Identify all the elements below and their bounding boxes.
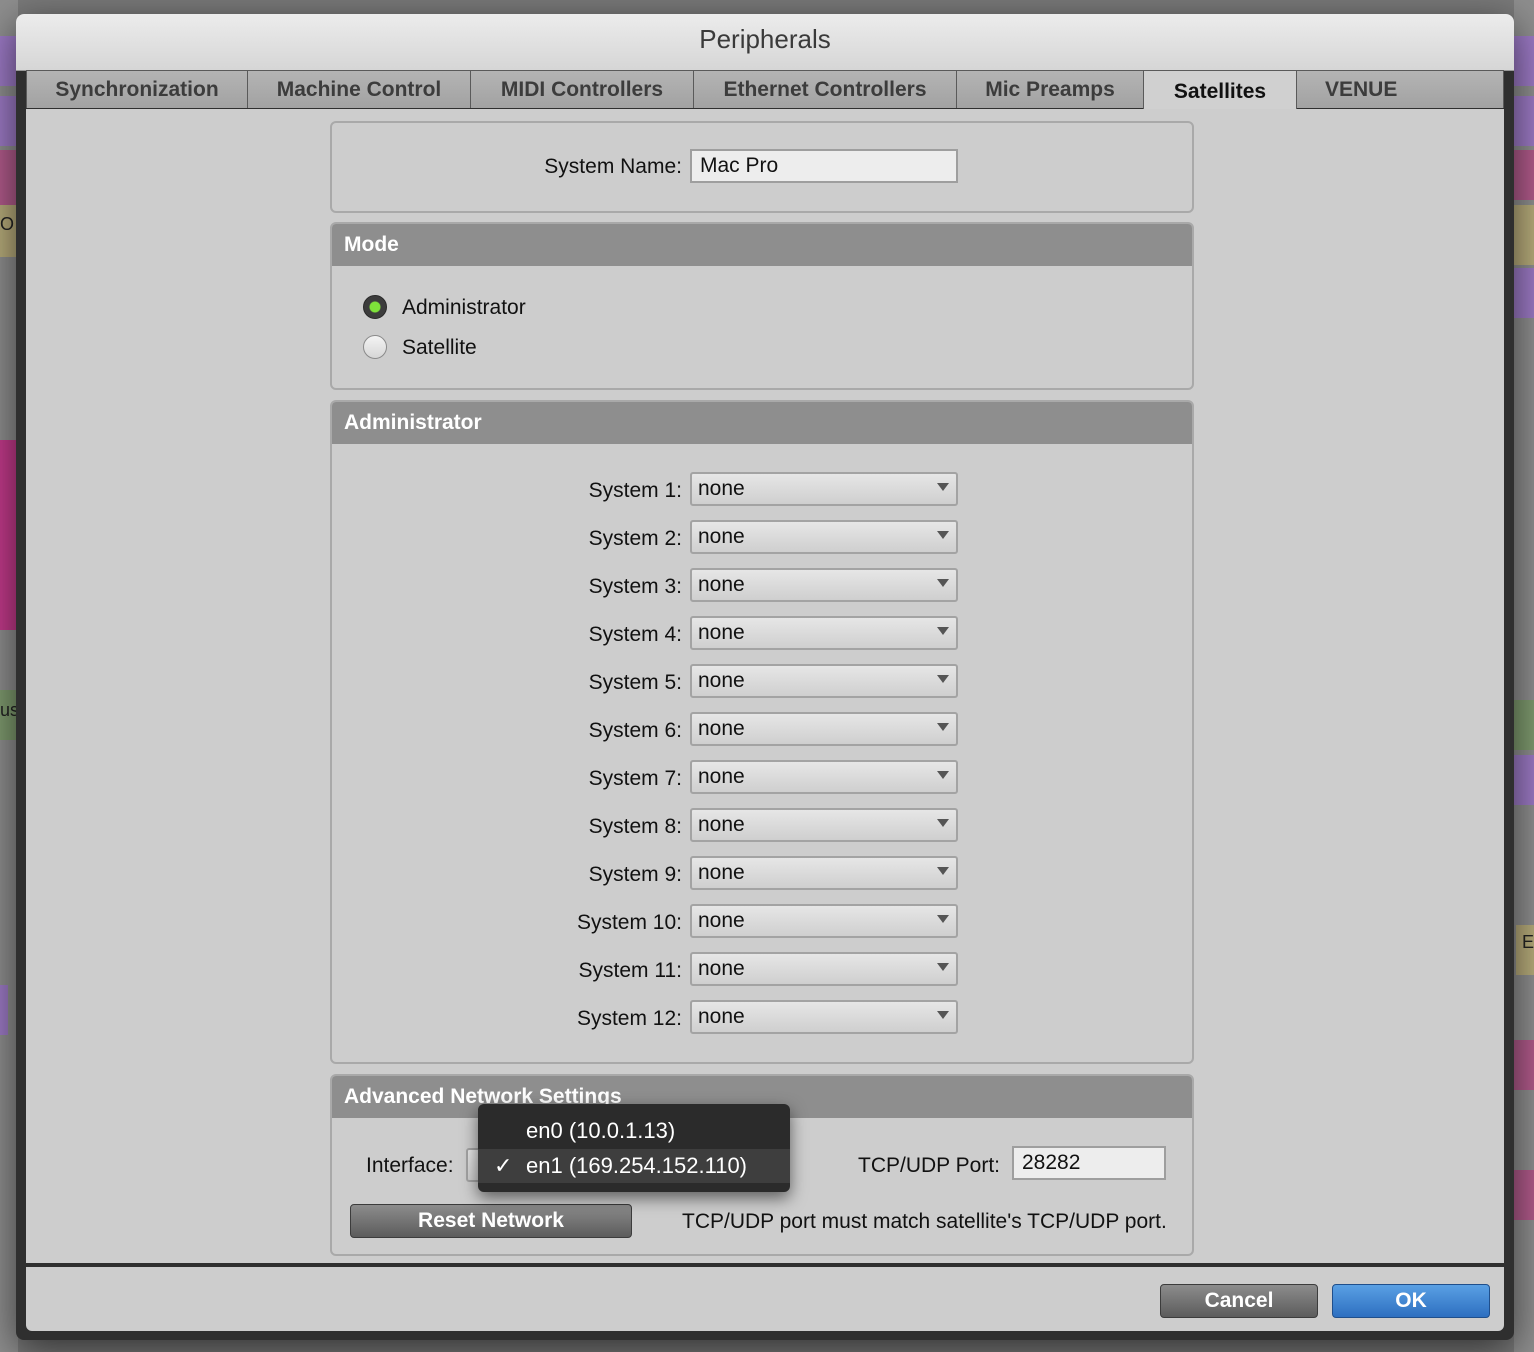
tab-mic-preamps[interactable]: Mic Preamps: [956, 70, 1144, 108]
satellite-radio[interactable]: [363, 335, 387, 359]
tab-satellites[interactable]: Satellites: [1143, 70, 1297, 112]
chevron-down-icon: [937, 675, 949, 683]
select-value: none: [698, 1005, 745, 1028]
cancel-button[interactable]: Cancel: [1160, 1284, 1318, 1318]
chevron-down-icon: [937, 483, 949, 491]
system-name-input[interactable]: Mac Pro: [690, 149, 958, 183]
system-12-label: System 12:: [576, 1007, 682, 1030]
chevron-down-icon: [937, 531, 949, 539]
chevron-down-icon: [937, 915, 949, 923]
select-value: none: [698, 813, 745, 836]
administrator-radio[interactable]: [363, 295, 387, 319]
tab-synchronization[interactable]: Synchronization: [26, 70, 248, 108]
system-5-select[interactable]: none: [690, 664, 958, 698]
mode-header: Mode: [332, 224, 1192, 266]
system-8-label: System 8:: [588, 815, 682, 838]
select-value: none: [698, 717, 745, 740]
system-10-label: System 10:: [576, 911, 682, 934]
chevron-down-icon: [937, 627, 949, 635]
system-11-label: System 11:: [578, 959, 682, 982]
system-6-label: System 6:: [588, 719, 682, 742]
system-2-label: System 2:: [588, 527, 682, 550]
background-fragment-text: E: [1522, 932, 1534, 952]
interface-dropdown-menu: en0 (10.0.1.13) ✓ en1 (169.254.152.110): [478, 1104, 790, 1192]
select-value: none: [698, 957, 745, 980]
tab-label: Synchronization: [55, 77, 219, 101]
select-value: none: [698, 861, 745, 884]
chevron-down-icon: [937, 579, 949, 587]
system-12-select[interactable]: none: [690, 1000, 958, 1034]
system-4-select[interactable]: none: [690, 616, 958, 650]
tab-label: MIDI Controllers: [500, 77, 664, 101]
dialog-footer: Cancel OK: [26, 1267, 1504, 1331]
background-app-right: E: [1514, 0, 1534, 1352]
chevron-down-icon: [937, 963, 949, 971]
system-1-select[interactable]: none: [690, 472, 958, 506]
reset-network-button[interactable]: Reset Network: [350, 1204, 632, 1238]
select-value: none: [698, 669, 745, 692]
satellite-radio-label[interactable]: Satellite: [402, 336, 477, 360]
administrator-panel: Administrator System 1: none System 2: n…: [330, 400, 1194, 1064]
system-1-label: System 1:: [588, 479, 682, 502]
system-3-select[interactable]: none: [690, 568, 958, 602]
tab-label: Mic Preamps: [985, 77, 1115, 101]
port-input[interactable]: 28282: [1012, 1146, 1166, 1180]
chevron-down-icon: [937, 723, 949, 731]
chevron-down-icon: [937, 1011, 949, 1019]
chevron-down-icon: [937, 867, 949, 875]
system-3-label: System 3:: [588, 575, 682, 598]
background-fragment-text: O: [0, 214, 15, 234]
tab-label: Satellites: [1173, 79, 1267, 103]
system-11-select[interactable]: none: [690, 952, 958, 986]
tab-bar: Synchronization Machine Control MIDI Con…: [26, 70, 1504, 112]
system-10-select[interactable]: none: [690, 904, 958, 938]
ok-button[interactable]: OK: [1332, 1284, 1490, 1318]
tab-machine-control[interactable]: Machine Control: [247, 70, 471, 108]
tab-label: VENUE: [1325, 77, 1398, 101]
checkmark-icon: ✓: [494, 1153, 513, 1178]
window-title: Peripherals: [699, 24, 831, 54]
select-value: none: [698, 573, 745, 596]
system-9-select[interactable]: none: [690, 856, 958, 890]
system-6-select[interactable]: none: [690, 712, 958, 746]
select-value: none: [698, 765, 745, 788]
mode-panel: Mode Administrator Satellite: [330, 222, 1194, 390]
system-8-select[interactable]: none: [690, 808, 958, 842]
select-value: none: [698, 477, 745, 500]
system-7-select[interactable]: none: [690, 760, 958, 794]
select-value: none: [698, 909, 745, 932]
interface-option-en1[interactable]: ✓ en1 (169.254.152.110): [478, 1149, 790, 1183]
select-value: none: [698, 621, 745, 644]
tab-label: Ethernet Controllers: [723, 77, 927, 101]
tab-ethernet-controllers[interactable]: Ethernet Controllers: [693, 70, 957, 108]
option-label: en0 (10.0.1.13): [526, 1118, 676, 1143]
administrator-header: Administrator: [332, 402, 1192, 444]
tab-midi-controllers[interactable]: MIDI Controllers: [470, 70, 694, 108]
system-5-label: System 5:: [588, 671, 682, 694]
chevron-down-icon: [937, 819, 949, 827]
system-name-panel: System Name: Mac Pro: [330, 121, 1194, 213]
title-bar[interactable]: Peripherals: [16, 14, 1514, 71]
tab-label: Machine Control: [276, 77, 442, 101]
port-note: TCP/UDP port must match satellite's TCP/…: [682, 1210, 1167, 1233]
tab-venue[interactable]: VENUE: [1296, 70, 1504, 108]
system-4-label: System 4:: [588, 623, 682, 646]
administrator-radio-label[interactable]: Administrator: [402, 296, 526, 320]
option-label: en1 (169.254.152.110): [526, 1153, 747, 1178]
satellites-pane: System Name: Mac Pro Mode Administrator …: [26, 109, 1504, 1263]
interface-label: Interface:: [366, 1154, 454, 1177]
interface-option-en0[interactable]: en0 (10.0.1.13): [478, 1114, 790, 1148]
system-name-label: System Name:: [544, 155, 682, 178]
system-7-label: System 7:: [588, 767, 682, 790]
system-2-select[interactable]: none: [690, 520, 958, 554]
port-label: TCP/UDP Port:: [858, 1154, 1000, 1177]
chevron-down-icon: [937, 771, 949, 779]
select-value: none: [698, 525, 745, 548]
system-9-label: System 9:: [588, 863, 682, 886]
